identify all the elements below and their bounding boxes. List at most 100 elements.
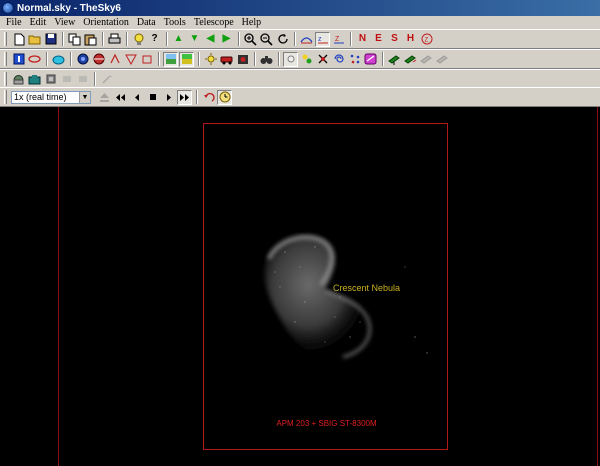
ground-image-icon[interactable] <box>163 51 178 67</box>
toolbar-separator <box>102 32 104 46</box>
find-bulb-icon[interactable] <box>131 32 146 47</box>
open-cluster-icon[interactable] <box>347 52 362 67</box>
binoculars-icon[interactable] <box>259 52 274 67</box>
menu-orientation[interactable]: Orientation <box>79 16 133 29</box>
toolbar-grip[interactable] <box>4 90 7 104</box>
menu-view[interactable]: View <box>50 16 79 29</box>
menu-file[interactable]: File <box>2 16 26 29</box>
toolbar-separator <box>238 32 240 46</box>
toolbar-separator <box>196 90 198 104</box>
app-globe-icon[interactable] <box>2 2 14 14</box>
menu-help[interactable]: Help <box>238 16 265 29</box>
camera-icon[interactable] <box>235 52 250 67</box>
open-folder-icon[interactable] <box>27 32 42 47</box>
menu-tools[interactable]: Tools <box>160 16 190 29</box>
information-icon[interactable] <box>11 52 26 67</box>
look-north-button[interactable]: N <box>355 32 370 47</box>
comet-icon[interactable] <box>363 52 378 67</box>
zenith-circle-icon[interactable]: Z <box>419 32 434 47</box>
spiral-galaxy-icon[interactable] <box>331 52 346 67</box>
window-title: Normal.sky - TheSky6 <box>17 2 121 14</box>
arrow-up-icon[interactable]: ▲ <box>171 32 186 47</box>
toolbar-separator <box>382 52 384 66</box>
step-forward-icon[interactable] <box>161 90 176 105</box>
arrow-left-icon[interactable]: ◀ <box>203 32 218 47</box>
dome-icon[interactable] <box>75 72 90 87</box>
chevron-down-icon[interactable]: ▼ <box>79 91 90 103</box>
altaz-view-icon[interactable]: z <box>315 31 330 47</box>
planet-disk-icon[interactable] <box>51 52 66 67</box>
toolbar-separator <box>294 32 296 46</box>
toolbar-separator <box>94 72 96 86</box>
ccd-field-of-view: APM 203 + SBIG ST-8300M <box>203 123 448 450</box>
toolbar-separator <box>166 32 168 46</box>
toolbar-grip[interactable] <box>4 72 7 86</box>
sky-chart[interactable]: Crescent Nebula APM 203 + SBIG ST-8300M <box>0 107 600 466</box>
time-rate-select[interactable]: 1x (real time) ▼ <box>11 90 91 104</box>
zenith-view-icon[interactable]: Z <box>331 32 346 47</box>
variable-star-icon[interactable] <box>315 52 330 67</box>
title-bar: Normal.sky - TheSky6 <box>0 0 600 16</box>
constellation-figure-icon[interactable] <box>107 52 122 67</box>
new-file-icon[interactable] <box>11 32 26 47</box>
zoom-out-icon[interactable] <box>259 32 274 47</box>
telescope-link-icon[interactable] <box>387 52 402 67</box>
paste-icon[interactable] <box>83 32 98 47</box>
nebula-icon[interactable] <box>75 52 90 67</box>
look-south-button[interactable]: S <box>387 32 402 47</box>
step-backward-icon[interactable] <box>129 90 144 105</box>
copy-icon[interactable] <box>67 32 82 47</box>
camera-control-icon[interactable] <box>27 72 42 87</box>
fast-backward-icon[interactable] <box>113 90 128 105</box>
galaxy-icon[interactable] <box>27 52 42 67</box>
toolbar-separator <box>278 52 280 66</box>
globular-cluster-icon[interactable] <box>91 52 106 67</box>
telescope-red-icon[interactable] <box>219 52 234 67</box>
telescope-abort-icon[interactable] <box>435 52 450 67</box>
telescope-slew-icon[interactable] <box>403 52 418 67</box>
look-east-button[interactable]: E <box>371 32 386 47</box>
toolbar-separator <box>70 52 72 66</box>
arrow-down-icon[interactable]: ▼ <box>187 32 202 47</box>
time-rate-value: 1x (real time) <box>14 92 67 102</box>
sensor-label: APM 203 + SBIG ST-8300M <box>276 419 377 428</box>
arrow-right-icon[interactable]: ▶ <box>219 32 234 47</box>
svg-text:z: z <box>318 36 322 43</box>
main-toolbar: ? ▲ ▼ ◀ ▶ z Z N E S H Z <box>0 29 600 49</box>
eject-icon[interactable] <box>97 90 112 105</box>
double-star-icon[interactable] <box>299 52 314 67</box>
zoom-in-icon[interactable] <box>243 32 258 47</box>
toolbar-grip[interactable] <box>4 52 7 66</box>
save-icon[interactable] <box>43 32 58 47</box>
horizon-line-icon[interactable] <box>179 51 194 67</box>
print-icon[interactable] <box>107 32 122 47</box>
observatory-icon[interactable] <box>11 72 26 87</box>
time-toolbar: 1x (real time) ▼ <box>0 87 600 107</box>
asterism-icon[interactable] <box>123 52 138 67</box>
focuser-icon[interactable] <box>43 72 58 87</box>
rotator-icon[interactable] <box>59 72 74 87</box>
undo-time-icon[interactable] <box>201 90 216 105</box>
stars-filter-icon[interactable] <box>283 51 298 67</box>
menu-bar: File Edit View Orientation Data Tools Te… <box>0 16 600 29</box>
toolbar-separator <box>350 32 352 46</box>
menu-data[interactable]: Data <box>133 16 160 29</box>
look-horizon-button[interactable]: H <box>403 32 418 47</box>
toolbar-separator <box>158 52 160 66</box>
sun-icon[interactable] <box>203 52 218 67</box>
magic-wand-icon[interactable] <box>99 72 114 87</box>
clock-icon[interactable] <box>217 89 232 105</box>
menu-telescope[interactable]: Telescope <box>190 16 238 29</box>
fast-forward-icon[interactable] <box>177 89 192 105</box>
toolbar-separator <box>198 52 200 66</box>
toolbar-separator <box>62 32 64 46</box>
telescope-sync-icon[interactable] <box>419 52 434 67</box>
context-help-icon[interactable]: ? <box>147 32 162 47</box>
toolbar-grip[interactable] <box>4 32 7 46</box>
stop-icon[interactable] <box>145 90 160 105</box>
rotate-icon[interactable] <box>275 32 290 47</box>
toolbar-separator <box>46 52 48 66</box>
menu-edit[interactable]: Edit <box>26 16 51 29</box>
horizon-view-icon[interactable] <box>299 32 314 47</box>
boundary-icon[interactable] <box>139 52 154 67</box>
